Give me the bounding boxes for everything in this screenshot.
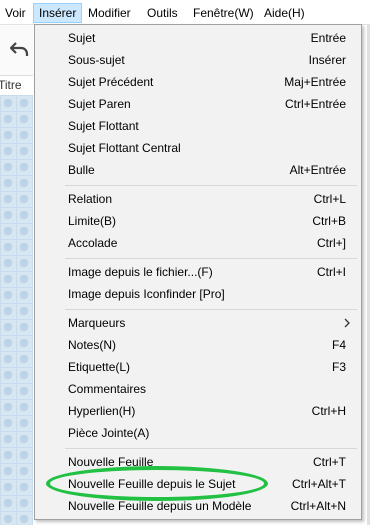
menu-item-label: Notes(N) bbox=[68, 338, 117, 352]
menu-separator bbox=[65, 185, 357, 186]
menu-item-label: Image depuis le fichier...(F) bbox=[68, 265, 213, 279]
menu-item-label: Nouvelle Feuille depuis le Sujet bbox=[68, 477, 236, 491]
menu-separator bbox=[65, 309, 357, 310]
menu-inserer[interactable]: Insérer bbox=[33, 3, 83, 23]
menu-item-shortcut: Ctrl+L bbox=[313, 192, 346, 206]
menu-item-shortcut: Entrée bbox=[310, 31, 346, 45]
menu-item-sujet-flottant[interactable]: Sujet Flottant bbox=[36, 115, 360, 137]
menu-item-shortcut: Ctrl+H bbox=[311, 404, 346, 418]
menu-item-shortcut: Ctrl+Alt+N bbox=[290, 499, 346, 513]
menu-item-label: Sujet Précédent bbox=[68, 75, 154, 89]
menu-item-commentaires[interactable]: Commentaires bbox=[36, 378, 360, 400]
menu-item-sujet-flottant-central[interactable]: Sujet Flottant Central bbox=[36, 137, 360, 159]
menu-outils[interactable]: Outils bbox=[142, 4, 183, 22]
menu-modifier[interactable]: Modifier bbox=[83, 4, 136, 22]
menu-item-label: Marqueurs bbox=[68, 316, 126, 330]
menu-item-shortcut: Ctrl+I bbox=[316, 265, 346, 279]
menu-item-image-iconfinder[interactable]: Image depuis Iconfinder [Pro] bbox=[36, 283, 360, 305]
menu-aide[interactable]: Aide(H) bbox=[259, 4, 310, 22]
menu-item-label: Limite(B) bbox=[68, 214, 117, 228]
menu-item-image-fichier[interactable]: Image depuis le fichier...(F) Ctrl+I bbox=[36, 261, 360, 283]
menu-item-label: Commentaires bbox=[68, 382, 147, 396]
menu-item-shortcut: Maj+Entrée bbox=[284, 75, 346, 89]
menu-item-marqueurs[interactable]: Marqueurs bbox=[36, 312, 360, 334]
menu-item-label: Image depuis Iconfinder [Pro] bbox=[68, 287, 225, 301]
menu-item-shortcut: Ctrl+T bbox=[313, 455, 346, 469]
insert-menu: Sujet Entrée Sous-sujet Insérer Sujet Pr… bbox=[34, 24, 362, 520]
menu-item-bulle[interactable]: Bulle Alt+Entrée bbox=[36, 159, 360, 181]
menu-voir[interactable]: Voir bbox=[0, 4, 31, 22]
menu-item-label: Nouvelle Feuille depuis un Modèle bbox=[68, 499, 252, 513]
menu-item-sous-sujet[interactable]: Sous-sujet Insérer bbox=[36, 49, 360, 71]
menu-item-limite[interactable]: Limite(B) Ctrl+B bbox=[36, 210, 360, 232]
menu-item-label: Accolade bbox=[68, 236, 118, 250]
menu-item-nouvelle-feuille[interactable]: Nouvelle Feuille Ctrl+T bbox=[36, 451, 360, 473]
menu-item-label: Pièce Jointe(A) bbox=[68, 426, 150, 440]
menu-item-label: Sujet Flottant Central bbox=[68, 141, 181, 155]
menu-item-label: Bulle bbox=[68, 163, 95, 177]
menu-item-label: Nouvelle Feuille bbox=[68, 455, 154, 469]
menu-item-shortcut: Insérer bbox=[308, 53, 346, 67]
menu-item-hyperlien[interactable]: Hyperlien(H) Ctrl+H bbox=[36, 400, 360, 422]
map-canvas[interactable] bbox=[0, 95, 33, 525]
menu-item-shortcut: Alt+Entrée bbox=[289, 163, 346, 177]
menu-item-nouvelle-feuille-sujet[interactable]: Nouvelle Feuille depuis le Sujet Ctrl+Al… bbox=[36, 473, 360, 495]
menu-item-shortcut: Ctrl+Entrée bbox=[284, 97, 346, 111]
menu-item-label: Sujet Flottant bbox=[68, 119, 139, 133]
menu-item-label: Sous-sujet bbox=[68, 53, 125, 67]
menu-item-label: Hyperlien(H) bbox=[68, 404, 136, 418]
menu-item-shortcut: Ctrl+] bbox=[316, 236, 346, 250]
menu-item-accolade[interactable]: Accolade Ctrl+] bbox=[36, 232, 360, 254]
menu-item-label: Etiquette(L) bbox=[68, 360, 131, 374]
menu-item-label: Relation bbox=[68, 192, 113, 206]
menu-item-etiquette[interactable]: Etiquette(L) F3 bbox=[36, 356, 360, 378]
menu-item-label: Sujet bbox=[68, 31, 96, 45]
menu-item-nouvelle-feuille-modele[interactable]: Nouvelle Feuille depuis un Modèle Ctrl+A… bbox=[36, 495, 360, 517]
menu-item-label: Sujet Paren bbox=[68, 97, 131, 111]
menu-item-relation[interactable]: Relation Ctrl+L bbox=[36, 188, 360, 210]
menu-fenetre[interactable]: Fenêtre(W) bbox=[188, 4, 259, 22]
menu-item-shortcut: F4 bbox=[331, 338, 346, 352]
chevron-right-icon bbox=[344, 318, 350, 328]
tab-strip: Titre bbox=[0, 75, 33, 96]
tab-titre[interactable]: Titre bbox=[0, 78, 22, 92]
menu-item-piece-jointe[interactable]: Pièce Jointe(A) bbox=[36, 422, 360, 444]
menu-separator bbox=[65, 448, 357, 449]
menu-item-sujet-precedent[interactable]: Sujet Précédent Maj+Entrée bbox=[36, 71, 360, 93]
menu-item-notes[interactable]: Notes(N) F4 bbox=[36, 334, 360, 356]
menu-item-sujet[interactable]: Sujet Entrée bbox=[36, 27, 360, 49]
menu-item-shortcut: F3 bbox=[331, 360, 346, 374]
menu-item-sujet-paren[interactable]: Sujet Paren Ctrl+Entrée bbox=[36, 93, 360, 115]
undo-icon[interactable] bbox=[9, 40, 29, 58]
menu-separator bbox=[65, 258, 357, 259]
menu-item-shortcut: Ctrl+Alt+T bbox=[291, 477, 346, 491]
menu-bar: Voir Insérer Modifier Outils Fenêtre(W) … bbox=[0, 0, 370, 25]
menu-item-shortcut: Ctrl+B bbox=[312, 214, 346, 228]
